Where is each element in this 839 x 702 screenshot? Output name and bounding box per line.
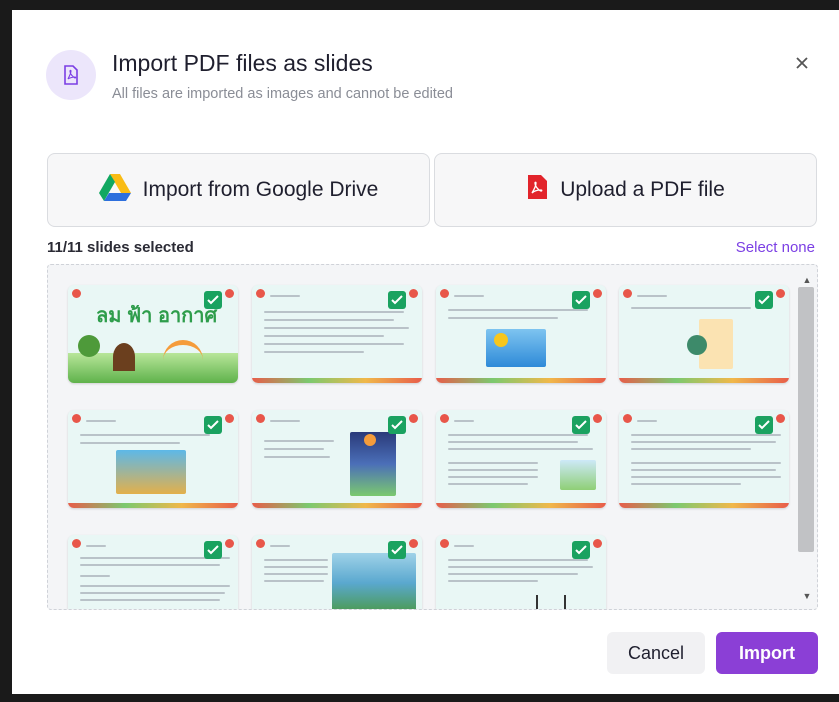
check-icon[interactable] bbox=[572, 541, 590, 559]
slide-thumbnail-2[interactable] bbox=[252, 285, 422, 383]
upload-pdf-label: Upload a PDF file bbox=[560, 178, 725, 201]
close-icon[interactable] bbox=[791, 52, 813, 74]
slide-thumbnail-11[interactable] bbox=[436, 535, 606, 609]
check-icon[interactable] bbox=[204, 416, 222, 434]
cancel-button[interactable]: Cancel bbox=[607, 632, 705, 674]
slide-thumbnail-1[interactable]: ลม ฟ้า อากาศ bbox=[68, 285, 238, 383]
slide-thumbnail-10[interactable] bbox=[252, 535, 422, 609]
pdf-file-icon bbox=[46, 50, 96, 100]
slides-selected-count: 11/11 slides selected bbox=[47, 239, 194, 256]
select-none-link[interactable]: Select none bbox=[736, 239, 815, 256]
slide-thumbnail-9[interactable] bbox=[68, 535, 238, 609]
slide-thumbnail-5[interactable] bbox=[68, 410, 238, 508]
pdf-icon bbox=[526, 174, 548, 206]
check-icon[interactable] bbox=[204, 541, 222, 559]
check-icon[interactable] bbox=[204, 291, 222, 309]
slides-grid: ลม ฟ้า อากาศ ▲ ▼ bbox=[47, 264, 818, 610]
import-google-drive-button[interactable]: Import from Google Drive bbox=[47, 153, 430, 227]
dialog-title: Import PDF files as slides bbox=[112, 50, 373, 76]
check-icon[interactable] bbox=[572, 291, 590, 309]
check-icon[interactable] bbox=[755, 291, 773, 309]
import-button[interactable]: Import bbox=[716, 632, 818, 674]
check-icon[interactable] bbox=[572, 416, 590, 434]
check-icon[interactable] bbox=[388, 291, 406, 309]
scrollbar-thumb[interactable] bbox=[798, 287, 814, 552]
dialog-subtitle: All files are imported as images and can… bbox=[112, 86, 453, 102]
google-drive-icon bbox=[98, 173, 131, 207]
slide-title-text: ลม ฟ้า อากาศ bbox=[96, 305, 218, 327]
check-icon[interactable] bbox=[388, 416, 406, 434]
check-icon[interactable] bbox=[755, 416, 773, 434]
scroll-down-arrow[interactable]: ▼ bbox=[798, 587, 816, 605]
import-google-drive-label: Import from Google Drive bbox=[142, 178, 379, 201]
slide-thumbnail-7[interactable] bbox=[436, 410, 606, 508]
upload-pdf-button[interactable]: Upload a PDF file bbox=[434, 153, 817, 227]
import-pdf-dialog: Import PDF files as slides All files are… bbox=[12, 10, 839, 694]
slide-thumbnail-4[interactable] bbox=[619, 285, 789, 383]
slide-thumbnail-8[interactable] bbox=[619, 410, 789, 508]
slide-thumbnail-3[interactable] bbox=[436, 285, 606, 383]
check-icon[interactable] bbox=[388, 541, 406, 559]
slide-thumbnail-6[interactable] bbox=[252, 410, 422, 508]
